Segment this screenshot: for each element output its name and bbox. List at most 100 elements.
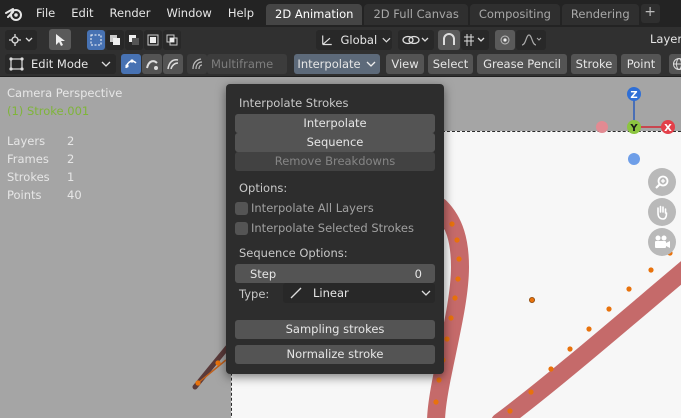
tab-2d-animation[interactable]: 2D Animation <box>266 4 363 25</box>
stroke-point <box>215 360 221 366</box>
camera-icon <box>655 235 670 248</box>
multiframe-toggle[interactable] <box>187 54 207 74</box>
select-tool-button[interactable] <box>49 29 71 50</box>
orientation-value: Global <box>340 33 378 47</box>
options-label: Options: <box>239 181 288 195</box>
segment-icon <box>167 59 179 70</box>
stat-row: Strokes 1 <box>7 170 75 184</box>
viewport-header: Edit Mode Multiframe Interpolate View Se… <box>0 52 681 77</box>
proportional-edit-button[interactable] <box>495 30 515 50</box>
stroke-icon <box>146 60 158 70</box>
select-extend-icon <box>110 35 120 45</box>
menu-window[interactable]: Window <box>158 0 219 27</box>
active-object-label: (1) Stroke.001 <box>7 104 90 118</box>
menu-grease-pencil[interactable]: Grease Pencil <box>477 54 567 74</box>
magnet-icon <box>443 33 455 45</box>
select-extend-button[interactable] <box>106 30 124 50</box>
hand-icon <box>657 205 668 220</box>
menu-point[interactable]: Point <box>621 54 661 74</box>
orientation-axes-icon <box>322 35 332 46</box>
top-menu-bar: File Edit Render Window Help 2D Animatio… <box>0 0 681 27</box>
proportional-editing-toggle[interactable] <box>438 30 460 50</box>
checkbox-box <box>235 201 248 215</box>
cursor-arrow-icon <box>56 33 65 46</box>
viewport-shading-button[interactable] <box>669 54 681 74</box>
add-workspace-button[interactable]: + <box>640 4 660 23</box>
checkbox-box <box>235 221 248 235</box>
tab-compositing[interactable]: Compositing <box>469 4 560 25</box>
menu-render[interactable]: Render <box>102 0 159 27</box>
snap-options-dropdown[interactable] <box>461 30 489 50</box>
select-segment-mode-button[interactable] <box>163 54 183 74</box>
chevron-down-icon <box>366 61 376 67</box>
pan-button[interactable] <box>648 198 676 226</box>
falloff-dropdown[interactable] <box>516 30 546 50</box>
layer-label: Layer <box>650 32 681 46</box>
menu-view[interactable]: View <box>386 54 424 74</box>
interpolate-all-layers-label: Interpolate All Layers <box>251 201 374 215</box>
type-dropdown[interactable]: Linear <box>283 283 435 303</box>
type-value: Linear <box>313 286 349 300</box>
select-new-button[interactable] <box>87 30 105 50</box>
step-value: 0 <box>414 266 422 281</box>
menu-stroke[interactable]: Stroke <box>571 54 617 74</box>
menu-select[interactable]: Select <box>428 54 473 74</box>
tab-2d-full-canvas[interactable]: 2D Full Canvas <box>364 4 468 25</box>
select-subtract-button[interactable] <box>125 30 143 50</box>
stat-row: Frames 2 <box>7 152 75 166</box>
select-invert-icon <box>147 34 159 46</box>
snap-target-dropdown[interactable] <box>398 30 434 50</box>
grid-snap-icon <box>464 34 485 46</box>
normalize-stroke-button[interactable]: Normalize stroke <box>235 345 435 364</box>
gizmo-neg-z[interactable] <box>628 153 640 165</box>
multiframe-icon <box>192 58 203 70</box>
stat-row: Layers 2 <box>7 134 75 148</box>
zoom-magnifier-icon <box>655 175 669 189</box>
chevron-down-icon <box>382 37 391 43</box>
menu-edit[interactable]: Edit <box>63 0 101 27</box>
type-label: Type: <box>239 287 270 301</box>
select-stroke-mode-button[interactable] <box>142 54 162 74</box>
menu-file[interactable]: File <box>28 0 63 27</box>
interpolate-selected-strokes-checkbox[interactable]: Interpolate Selected Strokes <box>235 221 414 235</box>
select-intersect-icon <box>166 34 178 46</box>
mode-dropdown[interactable]: Edit Mode <box>5 54 116 74</box>
interpolate-all-layers-checkbox[interactable]: Interpolate All Layers <box>235 201 374 215</box>
select-points-mode-button[interactable] <box>121 54 141 74</box>
select-new-icon <box>90 34 102 46</box>
stroke-point <box>195 380 201 386</box>
gizmo-neg-x[interactable] <box>596 121 608 133</box>
sequence-options-label: Sequence Options: <box>239 246 348 260</box>
dot-circle-icon <box>500 35 510 45</box>
menu-help[interactable]: Help <box>220 0 262 27</box>
gizmo-y-label: Y <box>629 123 638 134</box>
blender-logo-icon[interactable] <box>0 0 28 27</box>
linear-curve-icon <box>290 287 302 299</box>
popup-title: Interpolate Strokes <box>239 96 349 110</box>
multiframe-button[interactable]: Multiframe <box>207 54 287 74</box>
tab-rendering[interactable]: Rendering <box>561 4 639 25</box>
globe-icon <box>673 58 681 70</box>
sequence-button[interactable]: Sequence <box>235 133 435 152</box>
step-field[interactable]: Step 0 <box>235 264 435 283</box>
interpolate-selected-strokes-label: Interpolate Selected Strokes <box>251 221 414 235</box>
workspace-tabs: 2D Animation 2D Full Canvas Compositing … <box>266 4 660 25</box>
select-invert-button[interactable] <box>144 30 162 50</box>
sampling-strokes-button[interactable]: Sampling strokes <box>235 320 435 339</box>
falloff-curve-icon <box>521 34 542 46</box>
transform-orientation-dropdown[interactable]: Global <box>316 30 392 50</box>
edit-mode-icon <box>9 57 24 71</box>
camera-view-button[interactable] <box>648 228 676 256</box>
chevron-down-icon <box>421 290 431 296</box>
mode-value: Edit Mode <box>31 57 89 71</box>
remove-breakdowns-button[interactable]: Remove Breakdowns <box>235 152 435 171</box>
transform-pivot-dropdown[interactable] <box>5 30 37 50</box>
link-icon <box>402 35 429 45</box>
viewport-stats: Layers 2 Frames 2 Strokes 1 Points 40 <box>7 132 82 204</box>
interpolate-menu[interactable]: Interpolate <box>294 54 380 74</box>
pivot-icon <box>9 34 33 46</box>
zoom-button[interactable] <box>648 168 676 196</box>
interpolate-menu-label: Interpolate <box>297 57 361 71</box>
select-intersect-button[interactable] <box>163 30 181 50</box>
interpolate-button[interactable]: Interpolate <box>235 114 435 133</box>
